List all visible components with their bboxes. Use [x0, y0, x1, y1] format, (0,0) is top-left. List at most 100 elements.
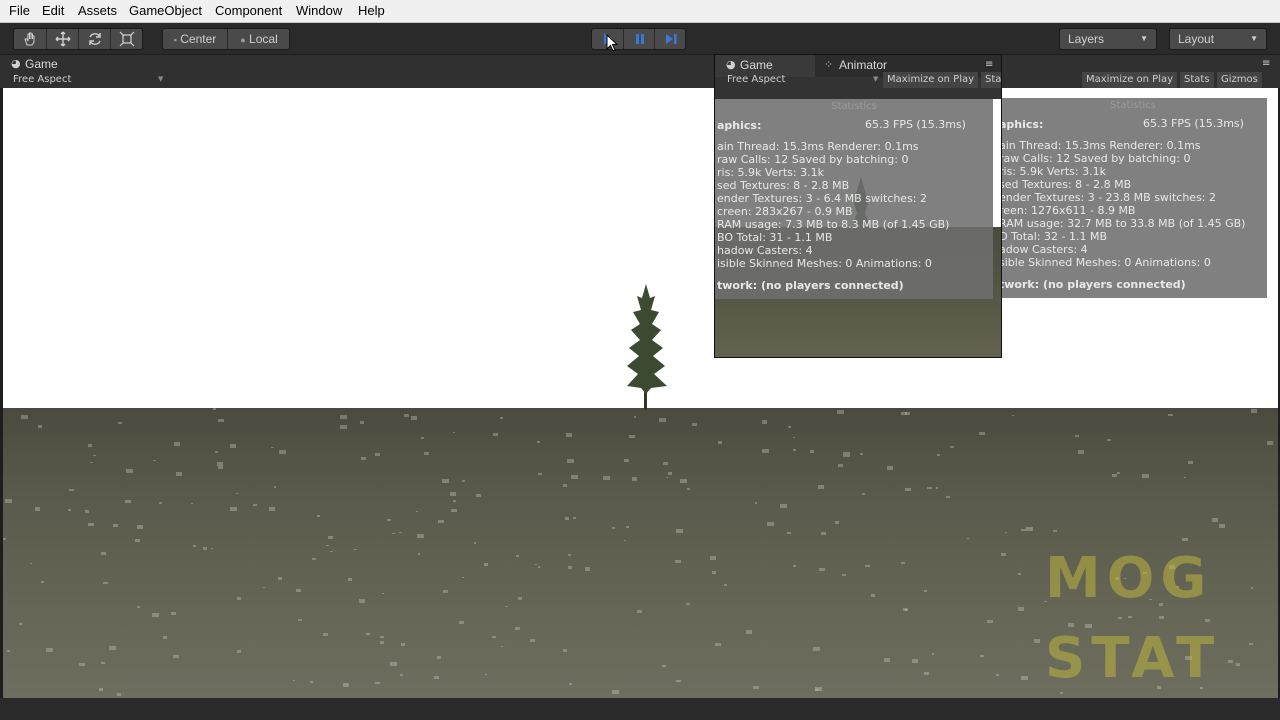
layout-dropdown[interactable]: Layout ▼ — [1169, 28, 1267, 50]
floating-game-window[interactable]: ◕ Game ⁘ Animator ≡ Free Aspect ▼ Maximi… — [714, 54, 1002, 358]
gravel-speck — [340, 424, 348, 429]
gravel-speck — [136, 524, 144, 529]
gravel-speck — [45, 647, 53, 652]
gravel-speck — [1228, 659, 1234, 663]
stats-line: raw Calls: 12 Saved by batching: 0 — [717, 153, 909, 166]
gravel-speck — [754, 502, 758, 504]
rotate-tool-icon[interactable] — [78, 29, 111, 49]
layers-dropdown[interactable]: Layers ▼ — [1059, 28, 1157, 50]
gravel-speck — [380, 635, 384, 638]
gravel-speck — [537, 472, 543, 476]
game-view[interactable]: Statistics aphics: 65.3 FPS (15.3ms) ain… — [3, 88, 1278, 698]
gravel-speck — [1117, 472, 1120, 474]
gravel-speck — [927, 486, 932, 490]
gravel-speck — [424, 452, 429, 456]
gravel-speck — [987, 620, 993, 624]
gravel-speck — [38, 425, 42, 428]
gravel-speck — [815, 686, 823, 691]
menu-window[interactable]: Window — [296, 3, 342, 18]
gravel-speck — [171, 612, 177, 616]
stats-line: ris: 5.9k Verts: 3.1k — [717, 166, 824, 179]
gravel-speck — [442, 479, 449, 484]
gravel-speck — [812, 646, 820, 652]
stats-line: RAM usage: 32.7 MB to 33.8 MB (of 1.45 G… — [999, 217, 1246, 230]
pivot-local-button[interactable]: ● Local — [227, 29, 290, 49]
gravel-speck — [218, 418, 225, 423]
gravel-speck — [565, 516, 570, 520]
gravel-speck — [537, 566, 541, 569]
float-game-view: Statistics aphics: 65.3 FPS (15.3ms) ain… — [715, 99, 1001, 357]
gravel-speck — [584, 567, 591, 571]
gravel-speck — [190, 502, 194, 505]
gravel-speck — [348, 578, 353, 581]
gravel-speck — [979, 432, 985, 436]
gravel-speck — [935, 487, 939, 489]
gravel-speck — [504, 605, 508, 608]
stats-toggle[interactable]: Stats — [1180, 72, 1214, 88]
gravel-speck — [117, 421, 123, 425]
gravel-speck — [565, 432, 572, 437]
step-button[interactable] — [654, 29, 686, 49]
move-tool-icon[interactable] — [46, 29, 79, 49]
float-aspect-dropdown[interactable]: Free Aspect — [727, 74, 785, 85]
gravel-speck — [176, 472, 182, 476]
gravel-speck — [843, 452, 850, 457]
gravel-speck — [633, 416, 637, 418]
gravel-speck — [905, 487, 912, 492]
gravel-speck — [67, 509, 72, 512]
stats-network: twork: (no players connected) — [999, 278, 1186, 291]
gravel-speck — [569, 683, 572, 685]
gravel-speck — [1017, 572, 1021, 575]
game-tab[interactable]: Game — [25, 57, 58, 71]
gravel-speck — [1167, 413, 1173, 417]
gravel-speck — [537, 441, 540, 443]
gravel-speck — [662, 461, 668, 466]
gizmos-toggle[interactable]: Gizmos — [1217, 72, 1262, 88]
gravel-speck — [6, 650, 10, 653]
float-stats-toggle[interactable]: Sta — [981, 72, 1001, 88]
hand-tool-icon[interactable] — [14, 29, 46, 49]
gravel-speck — [515, 626, 521, 630]
float-maximize-toggle[interactable]: Maximize on Play — [883, 72, 979, 88]
gravel-speck — [436, 656, 442, 660]
gravel-speck — [573, 517, 576, 519]
gravel-speck — [1005, 531, 1008, 533]
float-game-tab[interactable]: Game — [740, 58, 773, 72]
menu-assets[interactable]: Assets — [78, 3, 117, 18]
stats-fps: 65.3 FPS (15.3ms) — [1143, 117, 1244, 130]
panel-menu-icon[interactable]: ≡ — [985, 59, 993, 70]
pause-icon — [635, 34, 644, 44]
gravel-speck — [375, 452, 380, 456]
gravel-speck — [475, 494, 481, 498]
gravel-speck — [359, 421, 364, 425]
menu-component[interactable]: Component — [215, 3, 282, 18]
gravel-speck — [1111, 474, 1118, 478]
gravel-speck — [202, 547, 207, 550]
gravel-speck — [400, 673, 404, 676]
menu-edit[interactable]: Edit — [42, 3, 64, 18]
gravel-speck — [462, 480, 466, 482]
aspect-dropdown[interactable]: Free Aspect — [13, 74, 71, 85]
menu-gameobject[interactable]: GameObject — [129, 3, 202, 18]
stats-line: sible Skinned Meshes: 0 Animations: 0 — [999, 256, 1211, 269]
gravel-speck — [100, 551, 106, 555]
stats-title: Statistics — [1110, 100, 1156, 111]
menu-help[interactable]: Help — [358, 3, 385, 18]
gravel-speck — [421, 437, 424, 439]
gravel-speck — [29, 562, 33, 565]
gravel-speck — [229, 443, 237, 448]
scale-tool-icon[interactable] — [110, 29, 143, 49]
menu-file[interactable]: File — [9, 3, 30, 18]
gravel-speck — [718, 441, 723, 444]
gravel-speck — [931, 653, 935, 655]
pause-button[interactable] — [623, 29, 655, 49]
gravel-speck — [937, 454, 940, 456]
float-animator-tab[interactable]: Animator — [839, 58, 887, 72]
gravel-speck — [862, 493, 866, 495]
panel-menu-icon[interactable]: ≡ — [1262, 58, 1270, 69]
stats-line: hadow Casters: 4 — [717, 244, 813, 257]
gravel-speck — [236, 649, 242, 653]
maximize-on-play-toggle[interactable]: Maximize on Play — [1082, 72, 1178, 88]
pivot-center-button[interactable]: ▪ Center — [163, 29, 227, 49]
gravel-speck — [1021, 675, 1029, 681]
